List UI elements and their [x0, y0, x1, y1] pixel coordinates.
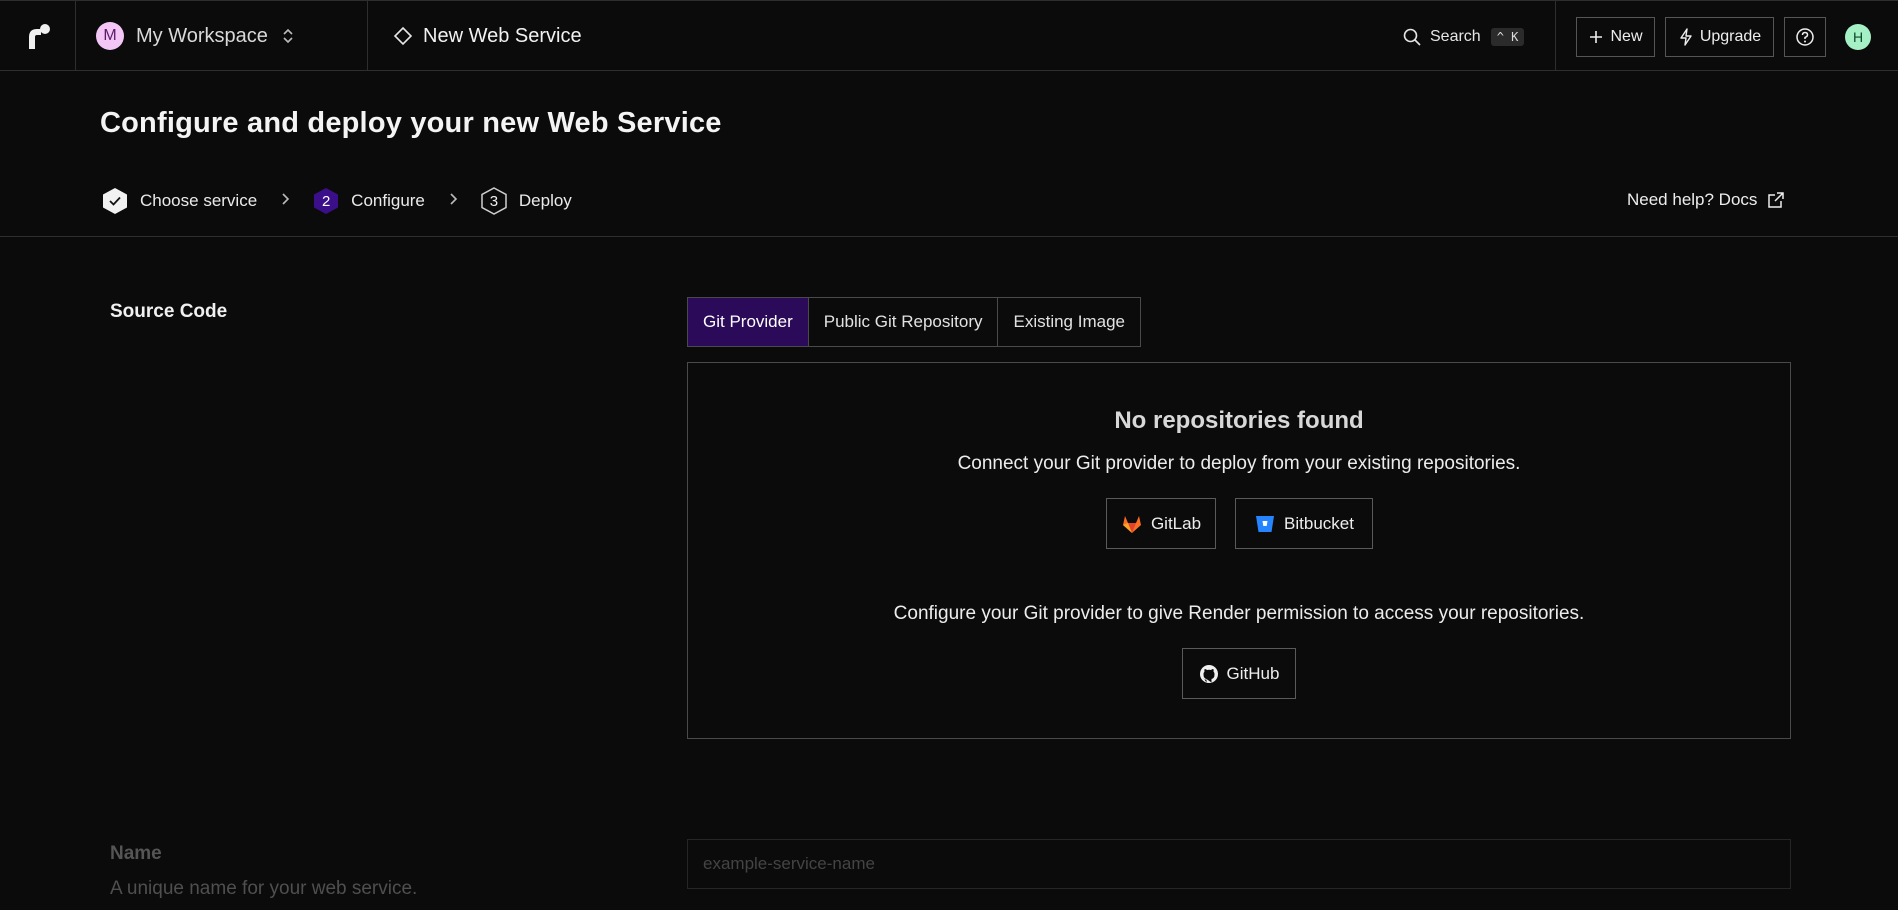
new-label: New	[1610, 28, 1643, 45]
github-icon	[1199, 664, 1219, 684]
workspace-name: My Workspace	[136, 24, 268, 47]
breadcrumb-current: New Web Service	[423, 24, 582, 47]
page-title: Configure and deploy your new Web Servic…	[100, 107, 722, 139]
tab-git-provider[interactable]: Git Provider	[688, 298, 809, 346]
render-logo-icon[interactable]	[0, 1, 76, 71]
connect-bitbucket-button[interactable]: Bitbucket	[1235, 498, 1373, 549]
chevron-up-down-icon	[282, 27, 294, 45]
step-label: Deploy	[518, 191, 572, 210]
breadcrumb: New Web Service	[393, 1, 582, 71]
repositories-panel: No repositories found Connect your Git p…	[687, 362, 1791, 739]
help-icon	[1796, 28, 1814, 46]
step-label: Configure	[351, 191, 425, 210]
header-divider	[0, 236, 1898, 237]
step-current-icon: 2	[311, 186, 341, 216]
chevron-right-icon	[449, 192, 459, 211]
source-code-label: Source Code	[110, 301, 228, 322]
step-deploy: 3 Deploy	[479, 186, 572, 216]
plus-icon	[1590, 31, 1603, 43]
workspace-avatar: M	[96, 22, 124, 50]
tab-existing-image[interactable]: Existing Image	[998, 298, 1140, 346]
step-choose-service[interactable]: Choose service	[100, 186, 257, 216]
chevron-right-icon	[281, 192, 291, 211]
bitbucket-icon	[1254, 513, 1276, 535]
help-button[interactable]	[1784, 17, 1826, 57]
upgrade-label: Upgrade	[1699, 28, 1762, 45]
step-label: Choose service	[140, 191, 258, 210]
step-number: 2	[322, 192, 331, 210]
gitlab-label: GitLab	[1150, 513, 1202, 533]
stepper: Choose service 2 Configure 3 Deploy	[100, 184, 572, 218]
top-bar: M My Workspace New Web Service Search ^ …	[0, 0, 1898, 71]
connect-github-button[interactable]: GitHub	[1182, 648, 1296, 699]
github-label: GitHub	[1226, 663, 1280, 683]
upgrade-button[interactable]: Upgrade	[1665, 17, 1774, 57]
name-label: Name	[110, 843, 162, 864]
help-docs-link[interactable]: Need help? Docs	[1627, 190, 1785, 210]
name-description: A unique name for your web service.	[110, 878, 418, 899]
empty-state-title: No repositories found	[1114, 407, 1364, 434]
user-avatar[interactable]: H	[1845, 24, 1871, 50]
source-tabs: Git Provider Public Git Repository Exist…	[687, 297, 1141, 347]
divider	[1555, 1, 1556, 71]
workspace-switcher[interactable]: M My Workspace	[76, 1, 368, 71]
connect-gitlab-button[interactable]: GitLab	[1106, 498, 1216, 549]
step-configure: 2 Configure	[311, 186, 425, 216]
lightning-icon	[1680, 28, 1692, 46]
search-label: Search	[1430, 28, 1481, 45]
search-shortcut: ^ K	[1490, 28, 1525, 46]
configure-provider-text: Configure your Git provider to give Rend…	[893, 603, 1585, 624]
external-link-icon	[1768, 192, 1785, 208]
gitlab-icon	[1121, 513, 1143, 535]
step-upcoming-icon: 3	[479, 186, 509, 216]
search-icon	[1403, 28, 1421, 46]
tab-public-git-repository[interactable]: Public Git Repository	[809, 298, 999, 346]
service-name-input[interactable]	[687, 839, 1791, 889]
step-number: 3	[489, 192, 499, 210]
search-button[interactable]: Search ^ K	[1402, 23, 1525, 51]
diamond-icon	[393, 26, 413, 46]
empty-state-subtitle: Connect your Git provider to deploy from…	[957, 453, 1521, 474]
step-done-icon	[100, 186, 130, 216]
bitbucket-label: Bitbucket	[1284, 513, 1354, 533]
help-docs-label: Need help? Docs	[1627, 190, 1758, 209]
new-button[interactable]: New	[1576, 17, 1655, 57]
